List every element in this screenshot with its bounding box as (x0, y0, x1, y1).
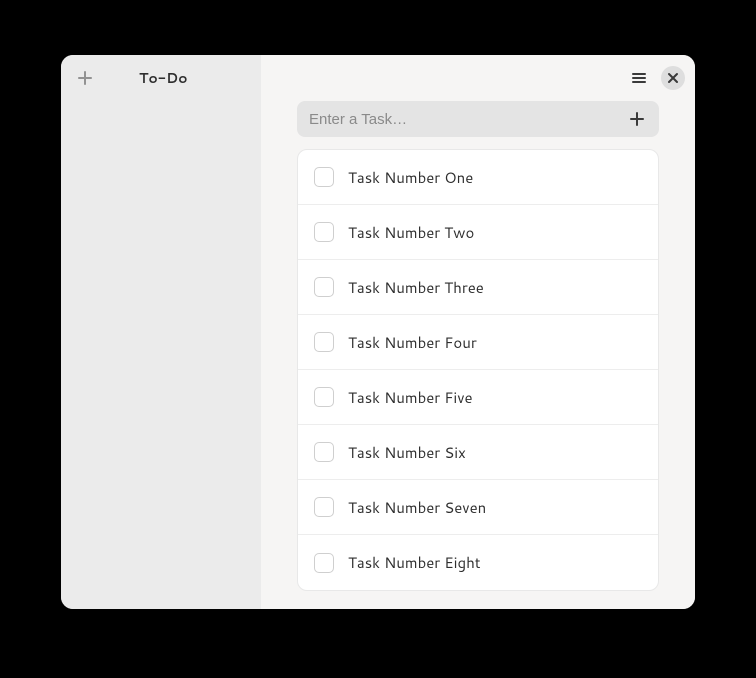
hamburger-icon (631, 70, 647, 86)
task-checkbox[interactable] (314, 332, 334, 352)
content: Task Number One Task Number Two Task Num… (261, 101, 695, 609)
menu-button[interactable] (627, 66, 651, 90)
task-input[interactable] (307, 111, 625, 128)
plus-icon (77, 70, 93, 86)
task-row[interactable]: Task Number Six (298, 425, 658, 480)
task-label: Task Number Four (348, 332, 477, 353)
task-label: Task Number Seven (348, 497, 486, 518)
task-label: Task Number Six (348, 442, 466, 463)
sidebar-title: To-Do (139, 68, 188, 88)
plus-icon (629, 111, 645, 127)
task-label: Task Number Three (348, 277, 484, 298)
task-row[interactable]: Task Number One (298, 150, 658, 205)
sidebar-header: To-Do (61, 55, 261, 101)
task-row[interactable]: Task Number Three (298, 260, 658, 315)
task-label: Task Number One (348, 167, 473, 188)
app-window: To-Do (61, 55, 695, 609)
task-row[interactable]: Task Number Five (298, 370, 658, 425)
task-checkbox[interactable] (314, 553, 334, 573)
main-area: Task Number One Task Number Two Task Num… (261, 55, 695, 609)
task-list: Task Number One Task Number Two Task Num… (297, 149, 659, 591)
task-label: Task Number Eight (348, 552, 481, 573)
task-label: Task Number Two (348, 222, 474, 243)
task-checkbox[interactable] (314, 387, 334, 407)
titlebar (261, 55, 695, 101)
close-button[interactable] (661, 66, 685, 90)
task-checkbox[interactable] (314, 222, 334, 242)
sidebar: To-Do (61, 55, 261, 609)
task-checkbox[interactable] (314, 167, 334, 187)
task-checkbox[interactable] (314, 442, 334, 462)
task-row[interactable]: Task Number Four (298, 315, 658, 370)
task-row[interactable]: Task Number Eight (298, 535, 658, 590)
task-row[interactable]: Task Number Seven (298, 480, 658, 535)
task-checkbox[interactable] (314, 497, 334, 517)
task-row[interactable]: Task Number Two (298, 205, 658, 260)
task-input-row (297, 101, 659, 137)
add-task-button[interactable] (625, 107, 649, 131)
task-checkbox[interactable] (314, 277, 334, 297)
add-list-button[interactable] (71, 64, 99, 92)
close-icon (667, 72, 679, 84)
task-label: Task Number Five (348, 387, 473, 408)
